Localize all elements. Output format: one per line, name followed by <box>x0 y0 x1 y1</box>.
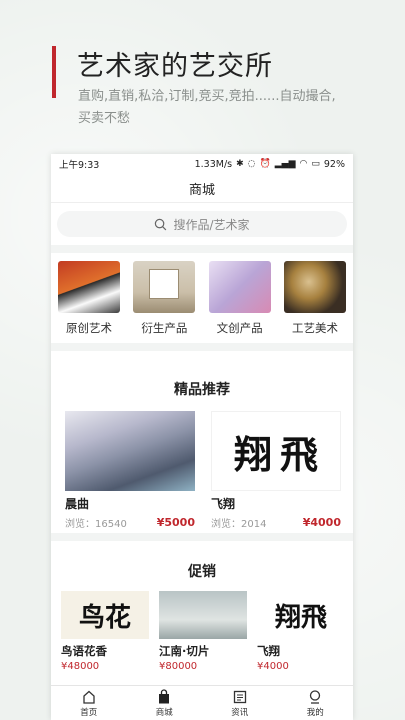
product-price: ¥80000 <box>159 661 198 672</box>
brush-glyph: 翔 <box>233 431 272 477</box>
brush-glyph: 鸟 <box>78 602 105 633</box>
tab-mall[interactable]: 商城 <box>139 688 189 718</box>
category-crafts[interactable]: 工艺美术 <box>283 261 347 343</box>
user-icon <box>310 689 321 704</box>
product-price: ¥4000 <box>302 516 341 529</box>
category-label: 原创艺术 <box>66 321 112 335</box>
product-name: 飞翔 <box>211 497 236 511</box>
tab-label: 资讯 <box>231 707 249 718</box>
product-name: 晨曲 <box>65 497 90 511</box>
news-icon <box>233 690 246 703</box>
product-price: ¥4000 <box>257 661 289 672</box>
tab-news[interactable]: 资讯 <box>215 689 265 718</box>
tab-label: 我的 <box>306 707 324 718</box>
search-input[interactable]: 搜作品/艺术家 <box>57 211 347 237</box>
category-original-art[interactable]: 原创艺术 <box>57 261 121 343</box>
status-bar: 上午9:33 1.33M/s ✱ ◌ ⏰ ▂▄▆ ◠ ▭ 92% <box>51 154 353 174</box>
product-name: 飞翔 <box>257 644 280 658</box>
home-icon <box>83 690 95 704</box>
calligraphy-image: 翔 飛 <box>257 591 345 639</box>
category-row: 原创艺术 衍生产品 文创产品 工艺美术 <box>51 253 353 343</box>
artwork-image <box>159 591 247 639</box>
tab-profile[interactable]: 我的 <box>290 689 340 718</box>
mute-icon: ◌ <box>247 159 256 169</box>
promo-title: 艺术家的艺交所 <box>77 51 273 82</box>
search-placeholder: 搜作品/艺术家 <box>173 217 250 232</box>
bottom-tab-bar: 首页 商城 资讯 我的 <box>51 685 353 720</box>
bluetooth-icon: ✱ <box>236 159 244 169</box>
tab-label: 商城 <box>155 707 173 718</box>
bag-icon <box>159 688 170 703</box>
product-card[interactable]: 晨曲 浏览：16540 ¥5000 <box>65 411 195 530</box>
category-cultural-products[interactable]: 文创产品 <box>208 261 272 343</box>
category-derivatives[interactable]: 衍生产品 <box>132 261 196 343</box>
wifi-icon: ◠ <box>299 159 308 169</box>
category-label: 工艺美术 <box>291 321 338 335</box>
product-name: 江南·切片 <box>159 644 210 658</box>
signal-icon: ▂▄▆ <box>274 159 296 169</box>
category-image <box>58 261 120 313</box>
brush-glyph: 翔 <box>274 602 301 633</box>
battery-level: 92% <box>323 158 345 170</box>
promo-subtitle: 直购,直销,私洽,订制,竞买,竞拍......自动撮合,买卖不愁 <box>78 89 336 126</box>
battery-icon: ▭ <box>311 159 320 169</box>
status-time: 上午9:33 <box>59 160 100 171</box>
tab-home[interactable]: 首页 <box>64 689 114 718</box>
brush-glyph: 飛 <box>301 602 328 633</box>
section-title: 促销 <box>188 564 216 580</box>
phone-screen: 上午9:33 1.33M/s ✱ ◌ ⏰ ▂▄▆ ◠ ▭ 92% 商城 搜作品/… <box>51 154 353 720</box>
view-count: 浏览：2014 <box>211 519 267 530</box>
brush-glyph: 花 <box>105 602 132 633</box>
product-card[interactable]: 翔 飛 飞翔 浏览：2014 ¥4000 <box>211 411 341 530</box>
product-name: 鸟语花香 <box>61 644 107 658</box>
brush-glyph: 飛 <box>280 431 319 477</box>
calligraphy-image: 鸟 花 <box>61 591 149 639</box>
product-price: ¥48000 <box>61 661 100 672</box>
product-price: ¥5000 <box>156 516 195 529</box>
artwork-image <box>65 411 195 491</box>
category-image <box>133 261 196 313</box>
tab-label: 首页 <box>80 707 98 718</box>
alarm-icon: ⏰ <box>259 159 271 169</box>
page-title: 商城 <box>51 174 353 203</box>
accent-bar <box>52 46 56 98</box>
product-card[interactable]: 鸟 花 鸟语花香 ¥48000 <box>61 591 149 672</box>
product-card[interactable]: 江南·切片 ¥80000 <box>159 591 247 672</box>
product-card[interactable]: 翔 飛 飞翔 ¥4000 <box>257 591 345 672</box>
category-image <box>208 261 271 313</box>
calligraphy-image: 翔 飛 <box>211 411 341 491</box>
section-title: 精品推荐 <box>174 382 230 398</box>
category-label: 文创产品 <box>216 321 263 335</box>
view-count: 浏览：16540 <box>65 519 127 530</box>
network-speed: 1.33M/s <box>194 158 233 170</box>
featured-section: 精品推荐 晨曲 浏览：16540 ¥5000 翔 飛 飞翔 浏览：2014 ¥4… <box>51 351 353 533</box>
category-image <box>283 261 346 313</box>
category-label: 衍生产品 <box>141 321 188 335</box>
search-icon <box>155 218 167 230</box>
